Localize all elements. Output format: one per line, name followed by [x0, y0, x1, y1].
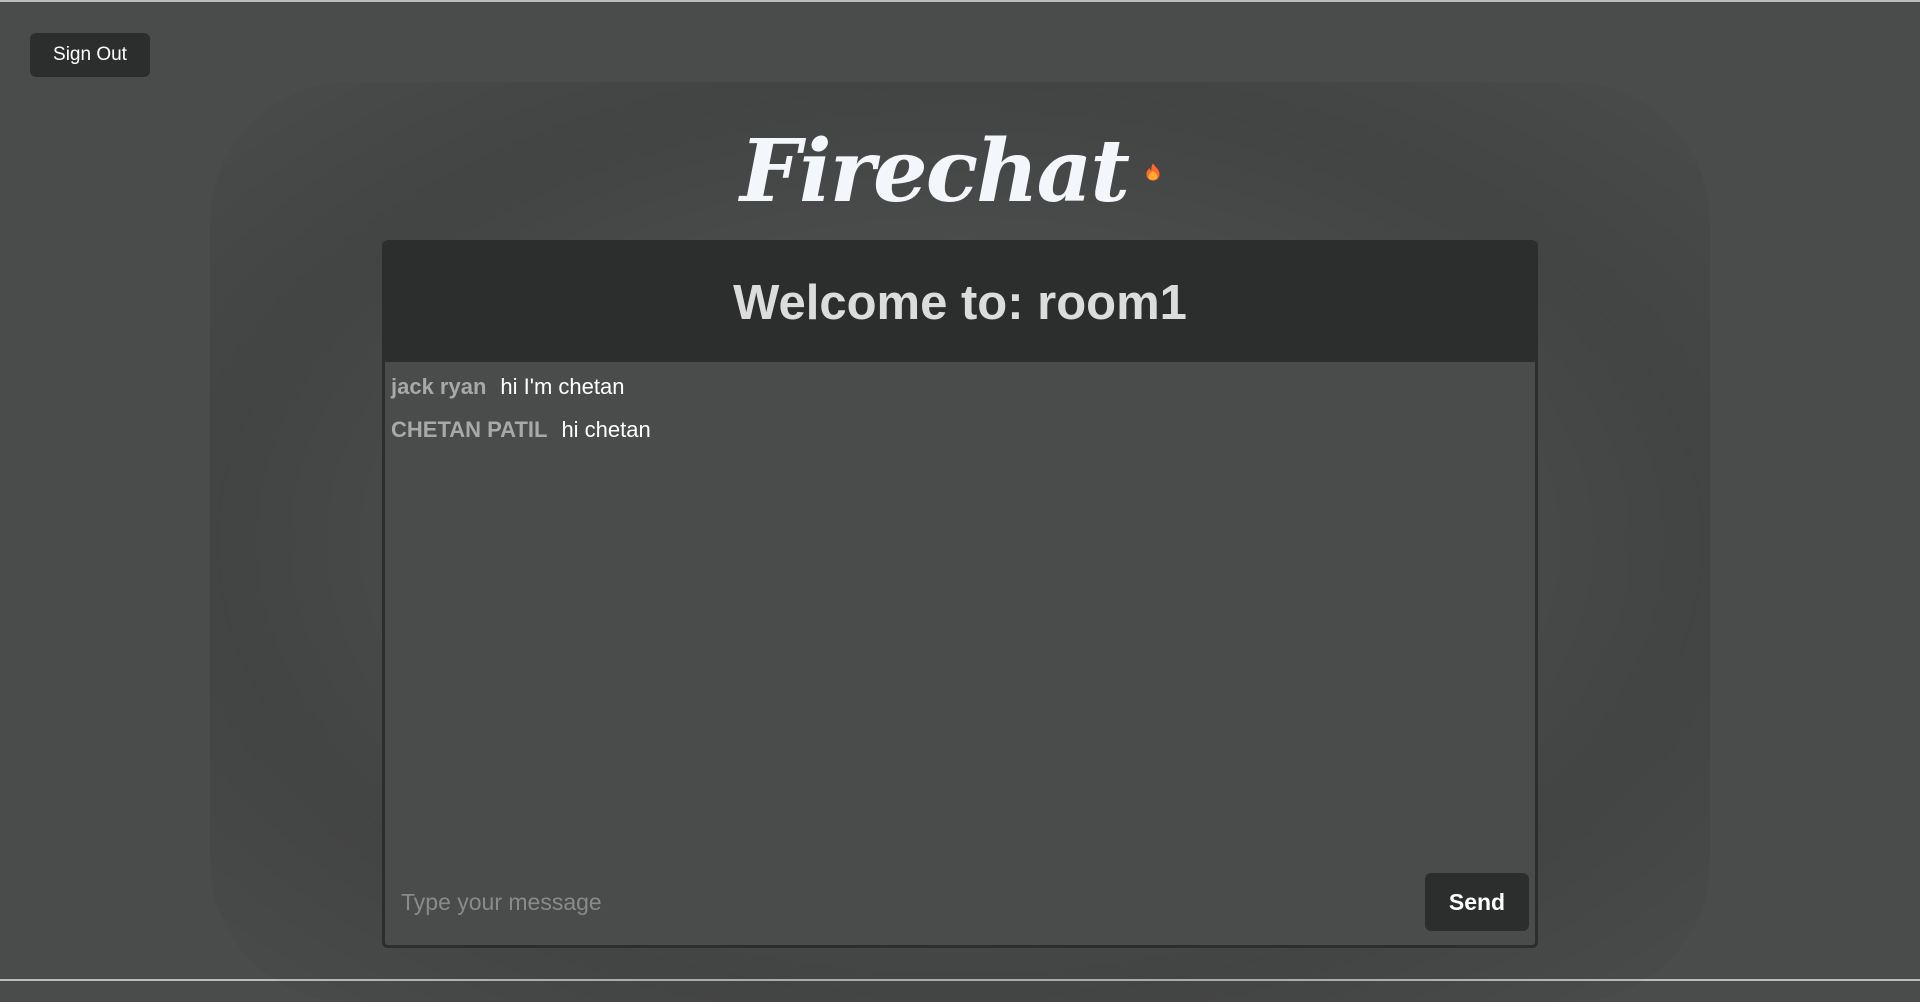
message-text: hi chetan [561, 417, 651, 442]
chat-room-panel: Welcome to: room1 jack ryan hi I'm chetan… [382, 240, 1538, 948]
message-text: hi I'm chetan [500, 374, 625, 399]
message-username: CHETAN PATIL [391, 417, 548, 442]
room-title: Welcome to: room1 [733, 275, 1187, 330]
message-username: jack ryan [391, 374, 487, 399]
message-item: CHETAN PATIL hi chetan [391, 417, 1529, 443]
sign-out-button[interactable]: Sign Out [30, 33, 150, 77]
send-button[interactable]: Send [1425, 873, 1529, 931]
message-list: jack ryan hi I'm chetan CHETAN PATIL hi ch… [385, 362, 1535, 443]
message-input[interactable] [391, 877, 1381, 927]
message-compose-bar: Send [385, 873, 1535, 931]
flame-icon [1146, 163, 1160, 181]
app-logo: Firechat [740, 117, 1160, 227]
chat-header: Welcome to: room1 [385, 243, 1535, 362]
logo-text: Firechat [740, 121, 1130, 222]
message-item: jack ryan hi I'm chetan [391, 374, 1529, 400]
